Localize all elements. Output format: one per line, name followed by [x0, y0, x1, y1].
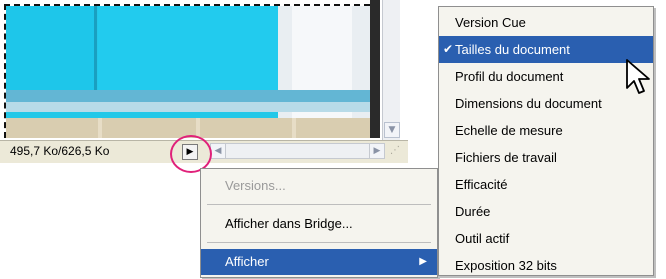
submenu-item-profil-document[interactable]: Profil du document	[439, 63, 653, 90]
submenu-item-tailles-document[interactable]: ✔ Tailles du document	[439, 36, 653, 63]
afficher-submenu: Version Cue ✔ Tailles du document Profil…	[438, 6, 654, 276]
status-context-menu: Versions... Afficher dans Bridge... Affi…	[200, 168, 438, 278]
menu-item-afficher[interactable]: Afficher ▶	[201, 249, 437, 275]
menu-item-label: Echelle de mesure	[455, 123, 563, 138]
scroll-left-icon[interactable]: ◀	[211, 144, 226, 158]
selection-marquee	[4, 4, 370, 138]
menu-item-label: Versions...	[225, 178, 286, 193]
menu-item-label: Tailles du document	[455, 42, 570, 57]
menu-item-label: Version Cue	[455, 15, 526, 30]
horizontal-scrollbar[interactable]: ◀ ▶	[210, 143, 385, 159]
submenu-item-duree[interactable]: Durée	[439, 198, 653, 225]
submenu-item-dimensions-document[interactable]: Dimensions du document	[439, 90, 653, 117]
resize-grip-icon[interactable]: ⋰	[390, 145, 404, 159]
menu-item-label: Exposition 32 bits	[455, 258, 557, 273]
submenu-item-version-cue[interactable]: Version Cue	[439, 9, 653, 36]
submenu-item-efficacite[interactable]: Efficacité	[439, 171, 653, 198]
menu-item-label: Outil actif	[455, 231, 510, 246]
menu-item-label: Dimensions du document	[455, 96, 602, 111]
menu-item-label: Afficher dans Bridge...	[225, 216, 353, 231]
menu-item-label: Efficacité	[455, 177, 508, 192]
scroll-right-icon[interactable]: ▶	[369, 144, 384, 158]
scroll-down-icon[interactable]: ▼	[384, 122, 400, 138]
menu-separator	[207, 204, 431, 205]
canvas-edge	[370, 0, 380, 138]
submenu-item-exposition-32-bits[interactable]: Exposition 32 bits	[439, 252, 653, 279]
menu-item-label: Durée	[455, 204, 491, 219]
menu-item-label: Profil du document	[455, 69, 564, 84]
document-size-status: 495,7 Ko/626,5 Ko	[10, 144, 110, 158]
menu-item-label: Afficher	[225, 254, 269, 269]
submenu-item-echelle-mesure[interactable]: Echelle de mesure	[439, 117, 653, 144]
submenu-item-fichiers-travail[interactable]: Fichiers de travail	[439, 144, 653, 171]
menu-item-versions: Versions...	[201, 173, 437, 199]
submenu-item-outil-actif[interactable]: Outil actif	[439, 225, 653, 252]
menu-item-bridge[interactable]: Afficher dans Bridge...	[201, 211, 437, 237]
mouse-pointer-icon	[626, 59, 650, 94]
menu-item-label: Fichiers de travail	[455, 150, 557, 165]
menu-separator	[207, 242, 431, 243]
vertical-scrollbar[interactable]: ▼	[382, 0, 400, 140]
submenu-arrow-icon: ▶	[419, 256, 427, 267]
check-icon: ✔	[443, 42, 454, 56]
